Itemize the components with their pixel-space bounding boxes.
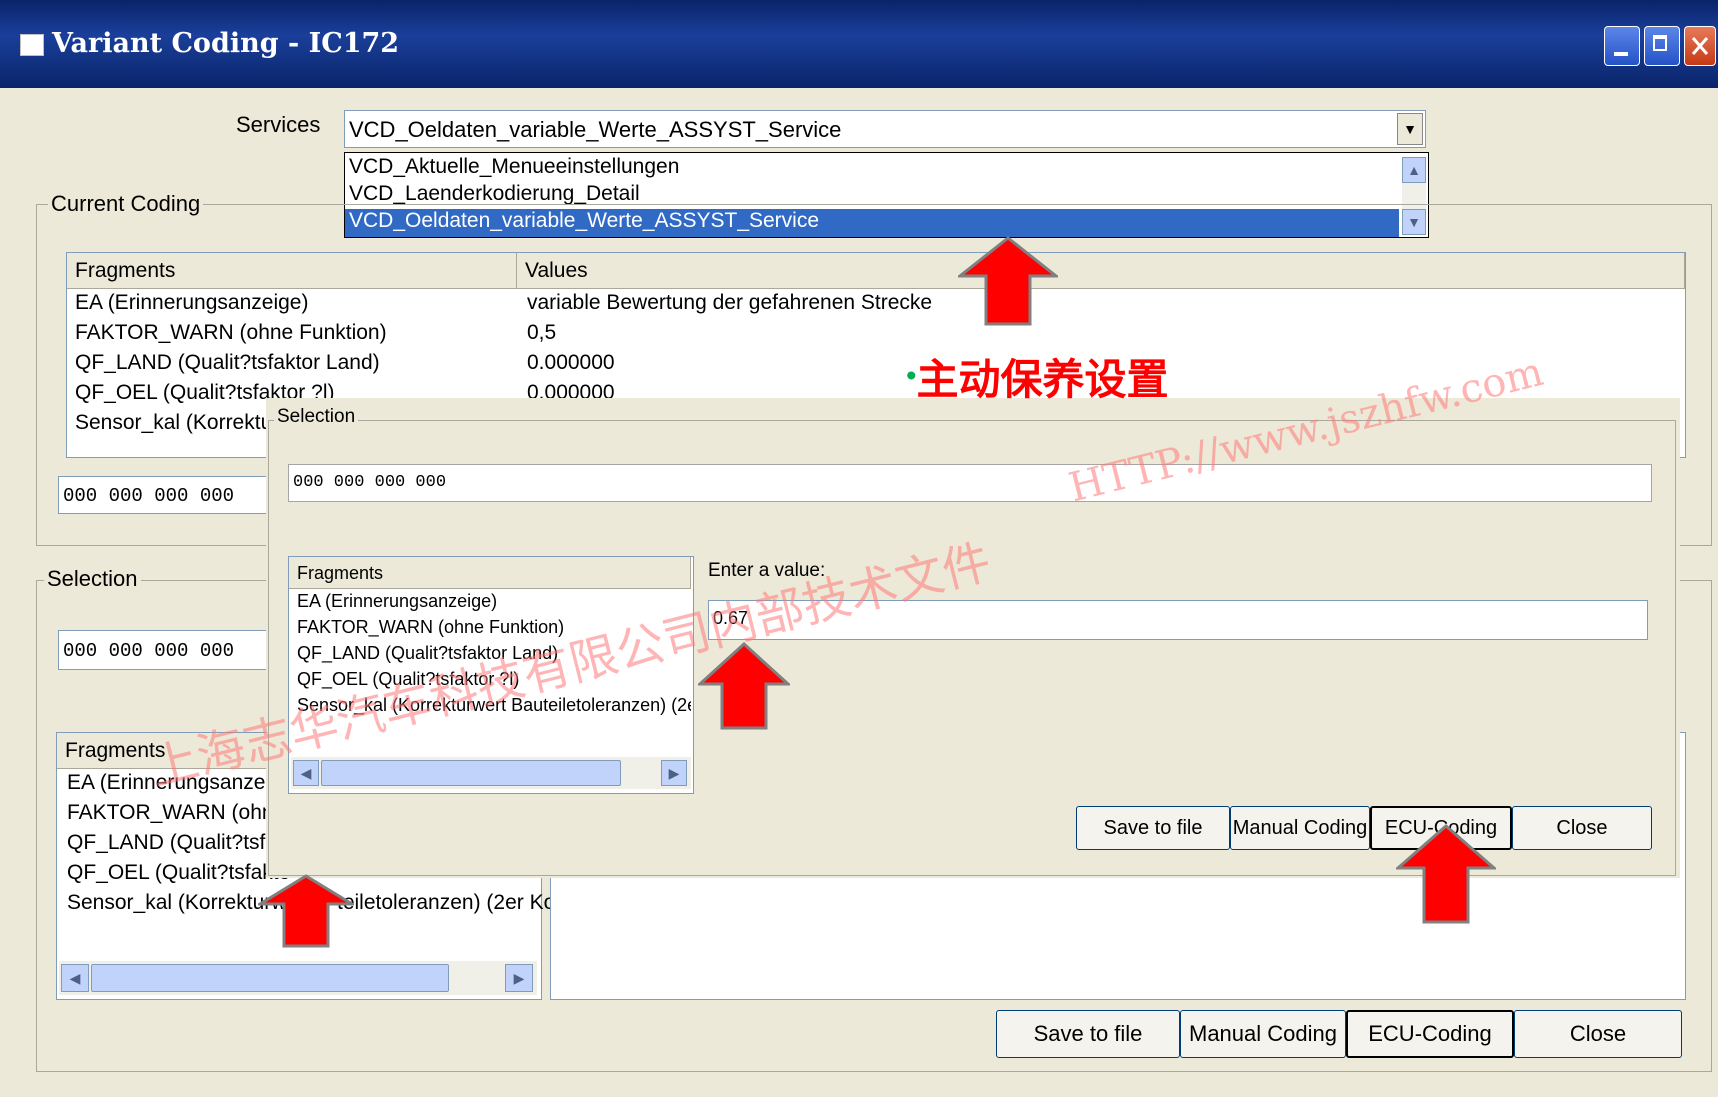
red-arrow-up-icon [958,236,1058,326]
overlay-save-to-file-button[interactable]: Save to file [1076,806,1230,850]
table-row-fragment[interactable]: QF_LAND (Qualit?tsfaktor Land) [67,351,525,381]
overlay-fragments-list: Fragments EA (Erinnerungsanzeige) FAKTOR… [288,556,694,794]
save-to-file-button[interactable]: Save to file [996,1010,1180,1058]
maximize-icon [1653,35,1667,51]
services-dropdown[interactable]: VCD_Oeldaten_variable_Werte_ASSYST_Servi… [344,110,1426,148]
minimize-icon [1614,52,1628,56]
services-selected: VCD_Oeldaten_variable_Werte_ASSYST_Servi… [349,117,842,142]
close-window-button[interactable] [1684,26,1716,66]
overlay-fragments-header[interactable]: Fragments [289,557,691,589]
chevron-left-icon: ◀ [300,764,312,781]
enter-value-label: Enter a value: [708,560,826,581]
chevron-right-icon: ▶ [513,969,525,986]
column-header-fragments[interactable]: Fragments [67,253,517,289]
table-row-fragment[interactable]: EA (Erinnerungsanzeige) [67,291,525,321]
overlay-list-item[interactable]: Sensor_kal (Korrekturwert Bauteiletolera… [289,695,691,721]
column-header-values[interactable]: Values [517,253,1685,289]
overlay-hex-field[interactable]: 000 000 000 000 [288,464,1652,502]
variant-coding-window: Variant Coding - IC172 Services VCD_Oeld… [0,0,1718,1097]
red-arrow-up-icon [1396,824,1496,924]
overlay-close-button[interactable]: Close [1512,806,1652,850]
chevron-left-icon: ◀ [69,969,81,986]
chevron-right-icon: ▶ [668,764,680,781]
list-item-continued: teiletoleranzen) (2er Kom [337,891,557,914]
overlay-list-item[interactable]: FAKTOR_WARN (ohne Funktion) [289,617,691,643]
window-icon [20,34,44,56]
horizontal-scrollbar[interactable]: ◀ ▶ [59,961,537,995]
overlay-horizontal-scrollbar[interactable]: ◀ ▶ [291,757,691,789]
red-arrow-up-icon [698,642,790,730]
ecu-coding-button[interactable]: ECU-Coding [1346,1010,1514,1058]
overlay-scroll-thumb[interactable] [321,760,621,786]
bullet-icon: • [906,359,917,393]
manual-coding-button[interactable]: Manual Coding [1180,1010,1346,1058]
overlay-list-item[interactable]: EA (Erinnerungsanzeige) [289,591,691,617]
overlay-scroll-left-button[interactable]: ◀ [293,760,319,786]
chevron-down-icon: ▼ [1403,121,1417,137]
services-label: Services [236,112,321,137]
close-icon [1691,37,1709,55]
window-title: Variant Coding - IC172 [52,28,400,59]
scroll-left-button[interactable]: ◀ [61,964,89,992]
overlay-list-item[interactable]: QF_LAND (Qualit?tsfaktor Land) [289,643,691,669]
dropdown-arrow-button[interactable]: ▼ [1397,113,1423,145]
scroll-up-button[interactable]: ▲ [1402,157,1426,183]
annotation-text: 主动保养设置 [916,355,1169,404]
table-row-fragment[interactable]: FAKTOR_WARN (ohne Funktion) [67,321,525,351]
selection-overlay-panel: Selection 000 000 000 000 Fragments EA (… [266,398,1680,878]
red-arrow-up-icon [258,874,354,948]
close-button[interactable]: Close [1514,1010,1682,1058]
scroll-right-button[interactable]: ▶ [505,964,533,992]
scroll-thumb[interactable] [91,964,449,992]
overlay-list-item[interactable]: QF_OEL (Qualit?tsfaktor ?l) [289,669,691,695]
current-coding-label: Current Coding [48,191,204,217]
minimize-button[interactable] [1604,26,1640,66]
overlay-selection-label: Selection [274,406,359,428]
chevron-up-icon: ▲ [1407,162,1421,178]
dropdown-option[interactable]: VCD_Aktuelle_Menueeinstellungen [345,155,1399,182]
enter-value-input[interactable]: 0.67 [708,600,1648,640]
maximize-button[interactable] [1644,26,1680,66]
selection-label: Selection [44,566,141,592]
title-bar: Variant Coding - IC172 [0,0,1718,88]
overlay-scroll-right-button[interactable]: ▶ [661,760,687,786]
overlay-manual-coding-button[interactable]: Manual Coding [1230,806,1370,850]
table-row-value: variable Bewertung der gefahrenen Streck… [527,291,933,314]
annotation: •主动保养设置 [906,346,1169,407]
